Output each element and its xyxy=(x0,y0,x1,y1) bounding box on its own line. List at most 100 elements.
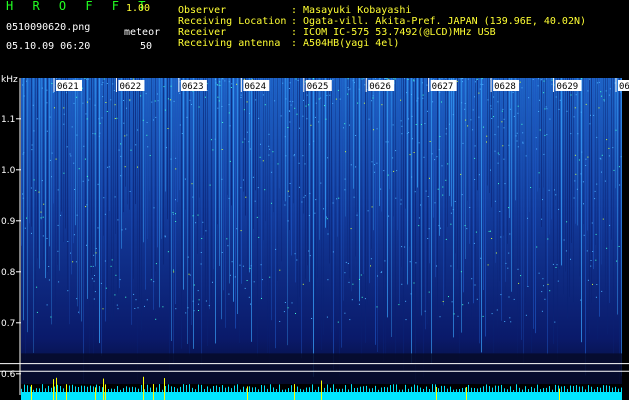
baseline-spike xyxy=(180,386,181,392)
noise-speckle xyxy=(327,233,329,235)
noise-speckle xyxy=(384,260,386,262)
noise-speckle xyxy=(33,179,35,181)
noise-speckle xyxy=(288,88,290,89)
noise-streak xyxy=(55,78,56,325)
baseline-spike xyxy=(342,388,343,392)
noise-speckle xyxy=(566,221,568,223)
noise-speckle xyxy=(500,236,502,238)
noise-speckle xyxy=(418,142,420,144)
noise-speckle xyxy=(618,246,620,247)
meteor-spike xyxy=(66,384,67,400)
noise-speckle xyxy=(108,166,110,168)
noise-speckle xyxy=(580,111,582,113)
noise-speckle xyxy=(92,133,94,135)
noise-speckle xyxy=(521,123,523,125)
noise-speckle xyxy=(226,238,228,240)
noise-speckle xyxy=(46,130,48,132)
noise-speckle xyxy=(349,319,351,321)
noise-streak xyxy=(51,78,52,325)
baseline-spike xyxy=(120,389,121,392)
noise-speckle xyxy=(63,107,65,109)
noise-speckle xyxy=(441,165,443,167)
noise-speckle xyxy=(436,156,438,158)
noise-speckle xyxy=(198,106,200,108)
noise-streak xyxy=(21,78,22,246)
noise-streak xyxy=(123,78,124,213)
noise-speckle xyxy=(73,234,75,236)
noise-speckle xyxy=(540,79,542,81)
noise-streak xyxy=(509,78,510,219)
baseline-spike xyxy=(528,389,529,392)
noise-speckle xyxy=(460,271,462,273)
noise-speckle xyxy=(167,98,169,100)
noise-speckle xyxy=(445,179,447,181)
noise-speckle xyxy=(134,308,136,309)
noise-speckle xyxy=(344,272,346,274)
noise-speckle xyxy=(107,166,109,168)
noise-speckle xyxy=(395,197,397,199)
noise-streak xyxy=(395,78,396,364)
noise-streak xyxy=(615,78,616,189)
noise-speckle xyxy=(357,102,359,104)
baseline-spike xyxy=(327,384,328,392)
noise-speckle xyxy=(586,250,588,252)
noise-streak xyxy=(409,78,410,247)
noise-streak xyxy=(413,78,414,319)
noise-streak xyxy=(155,78,156,272)
noise-speckle xyxy=(249,148,251,150)
noise-streak xyxy=(81,78,82,322)
noise-speckle xyxy=(345,151,346,153)
noise-speckle xyxy=(26,217,27,219)
noise-speckle xyxy=(509,108,511,110)
noise-streak xyxy=(507,78,508,244)
noise-speckle xyxy=(86,175,88,177)
noise-speckle xyxy=(294,253,296,255)
noise-speckle xyxy=(167,251,169,253)
noise-speckle xyxy=(445,78,447,80)
noise-speckle xyxy=(575,94,577,96)
baseline-spike xyxy=(603,385,604,392)
noise-speckle xyxy=(240,230,242,232)
noise-speckle xyxy=(254,200,256,202)
noise-speckle xyxy=(211,139,212,141)
baseline-spike xyxy=(429,389,430,392)
noise-streak xyxy=(569,78,570,297)
baseline-spike xyxy=(423,388,424,392)
noise-speckle xyxy=(302,155,304,157)
noise-speckle xyxy=(472,129,474,131)
noise-streak xyxy=(363,78,364,275)
noise-speckle xyxy=(179,92,181,94)
noise-streak xyxy=(405,78,406,209)
noise-speckle xyxy=(102,96,104,98)
noise-speckle xyxy=(355,166,357,168)
noise-streak xyxy=(95,78,96,267)
noise-speckle xyxy=(387,141,389,143)
noise-speckle xyxy=(114,196,116,198)
noise-streak xyxy=(41,78,42,220)
noise-speckle xyxy=(493,116,494,118)
noise-streak xyxy=(93,78,94,357)
noise-streak xyxy=(573,78,574,302)
noise-speckle xyxy=(228,104,230,106)
noise-speckle xyxy=(574,180,576,182)
noise-speckle xyxy=(415,124,417,125)
baseline-spike xyxy=(243,386,244,392)
x-tick-label: 0621 xyxy=(57,82,79,92)
baseline-spike xyxy=(246,388,247,392)
noise-streak xyxy=(375,78,376,345)
noise-speckle xyxy=(461,78,463,79)
noise-streak xyxy=(247,78,248,274)
noise-speckle xyxy=(120,175,122,177)
noise-speckle xyxy=(110,265,112,267)
noise-speckle xyxy=(522,141,524,143)
noise-speckle xyxy=(438,225,440,227)
noise-speckle xyxy=(609,224,611,226)
noise-speckle xyxy=(508,144,510,146)
noise-speckle xyxy=(363,78,365,80)
noise-speckle xyxy=(54,107,55,109)
noise-speckle xyxy=(296,259,298,261)
noise-speckle xyxy=(105,102,107,103)
noise-speckle xyxy=(376,128,378,130)
noise-speckle xyxy=(538,111,540,112)
noise-speckle xyxy=(189,99,191,101)
